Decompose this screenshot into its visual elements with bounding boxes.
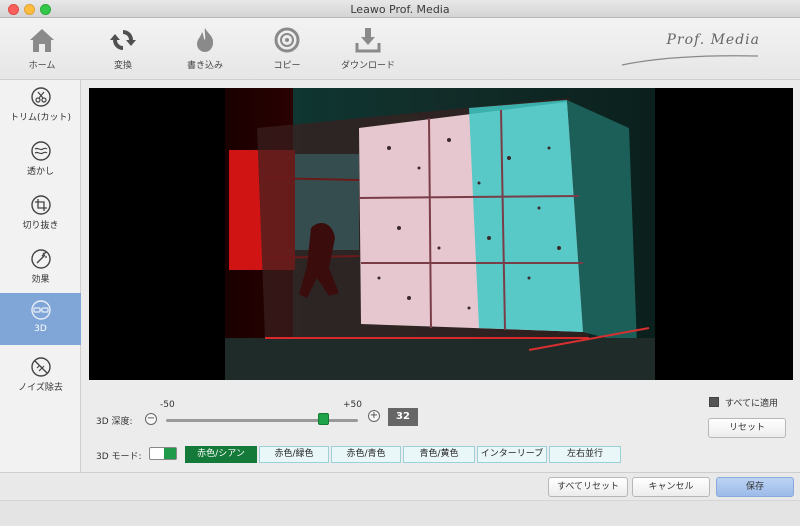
toolbar-convert[interactable]: 変換 — [88, 26, 158, 71]
3d-glasses-icon — [30, 300, 51, 320]
depth-value: 32 — [388, 408, 418, 426]
mode-red-blue[interactable]: 赤色/青色 — [331, 446, 401, 463]
edit-sidebar: トリム(カット) 透かし 切り抜き 効果 3D ノイズ除去 — [0, 80, 81, 472]
title-bar: Leawo Prof. Media — [0, 0, 800, 18]
depth-slider-track[interactable] — [166, 419, 358, 422]
denoise-icon — [30, 357, 51, 377]
mode-blue-yellow[interactable]: 青色/黄色 — [403, 446, 475, 463]
mode-interleave[interactable]: インターリーブ — [477, 446, 547, 463]
depth-max-label: +50 — [343, 400, 362, 410]
depth-increase-button[interactable]: + — [368, 410, 380, 422]
depth-decrease-button[interactable]: − — [145, 413, 157, 425]
effect-icon — [30, 249, 51, 269]
checkbox-checked-icon — [709, 397, 719, 407]
burn-icon — [197, 28, 214, 52]
anaglyph-frame-image — [89, 88, 793, 380]
cancel-button[interactable]: キャンセル — [632, 477, 710, 497]
status-strip — [0, 500, 800, 526]
depth-slider-thumb[interactable] — [318, 413, 330, 425]
window-title: Leawo Prof. Media — [350, 3, 450, 16]
reset-button[interactable]: リセット — [708, 418, 786, 438]
mode-red-cyan[interactable]: 赤色/シアン — [185, 446, 257, 463]
download-icon — [355, 28, 381, 53]
mode-red-green[interactable]: 赤色/緑色 — [259, 446, 329, 463]
sidebar-item-3d[interactable]: 3D — [0, 293, 81, 345]
sidebar-item-crop[interactable]: 切り抜き — [0, 188, 81, 240]
depth-label: 3D 深度: — [96, 417, 133, 427]
toggle-knob — [164, 448, 176, 459]
sidebar-item-denoise[interactable]: ノイズ除去 — [0, 350, 81, 402]
sidebar-item-watermark[interactable]: 透かし — [0, 134, 81, 186]
brand-swoosh-icon — [621, 55, 759, 66]
convert-icon — [110, 30, 136, 50]
toolbar-home[interactable]: ホーム — [7, 26, 77, 71]
sidebar-item-trim[interactable]: トリム(カット) — [0, 80, 81, 132]
toolbar-download[interactable]: ダウンロード — [333, 26, 403, 71]
copy-disc-icon — [274, 27, 300, 53]
brand-logo: Prof. Media — [666, 32, 760, 48]
trim-icon — [30, 87, 51, 107]
mode-side-by-side[interactable]: 左右並行 — [549, 446, 621, 463]
save-button[interactable]: 保存 — [716, 477, 794, 497]
home-icon — [30, 29, 54, 52]
3d-mode-toggle[interactable] — [149, 447, 177, 460]
mode-label: 3D モード: — [96, 452, 142, 462]
sidebar-item-effect[interactable]: 効果 — [0, 242, 81, 294]
toolbar-copy[interactable]: コピー — [252, 26, 322, 71]
toolbar-burn[interactable]: 書き込み — [170, 26, 240, 71]
crop-icon — [30, 195, 51, 215]
watermark-icon — [30, 141, 51, 161]
depth-min-label: -50 — [160, 400, 175, 410]
main-toolbar: ホーム 変換 書き込み コピー ダウンロード Prof. Media — [0, 18, 800, 80]
reset-all-button[interactable]: すべてリセット — [548, 477, 628, 497]
video-preview — [89, 88, 793, 380]
